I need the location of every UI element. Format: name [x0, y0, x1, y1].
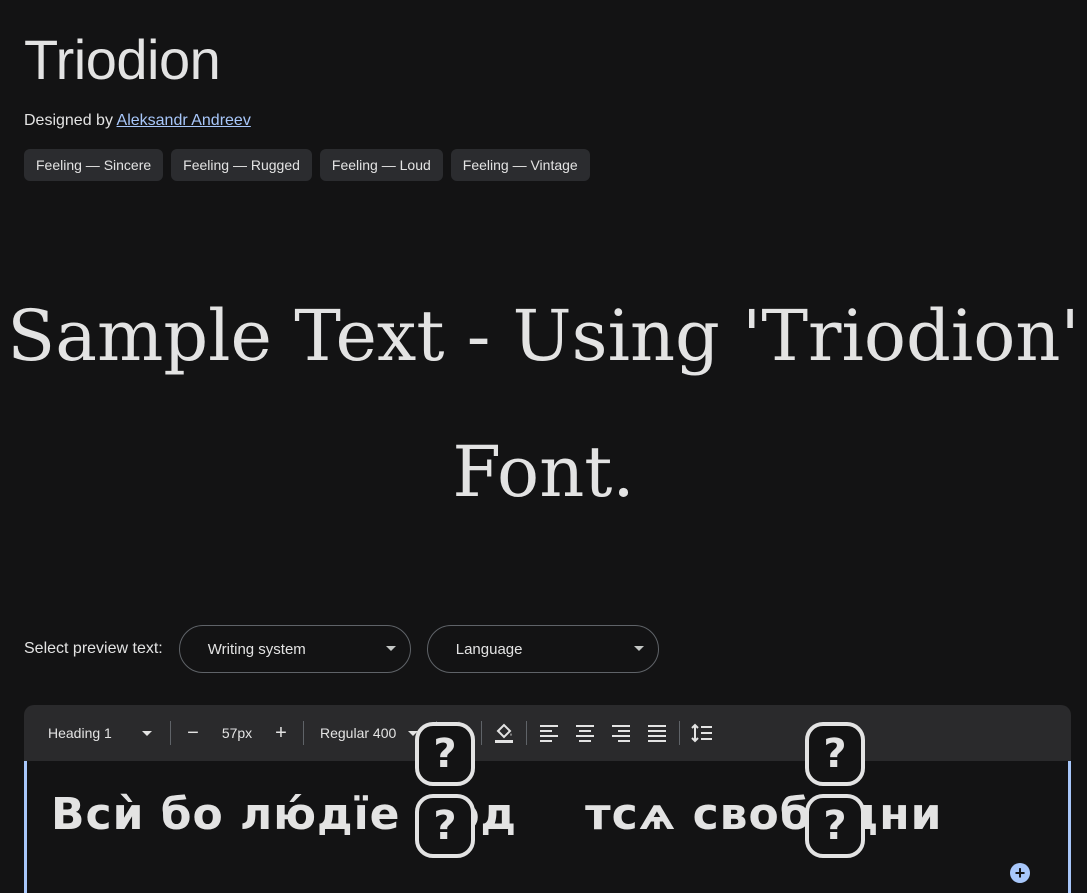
toolbar-divider — [526, 721, 527, 745]
toolbar-divider — [303, 721, 304, 745]
chevron-down-icon — [142, 731, 152, 736]
writing-system-select[interactable]: Writing system — [178, 625, 411, 673]
font-title: Triodion — [24, 28, 221, 91]
sample-text: Sample Text - Using 'Triodion' Font. — [7, 295, 1080, 513]
tag-vintage[interactable]: Feeling — Vintage — [450, 149, 590, 181]
preview-label: Select preview text: — [24, 640, 163, 657]
align-justify-button[interactable] — [639, 715, 675, 751]
align-left-button[interactable] — [531, 715, 567, 751]
toolbar-divider — [679, 721, 680, 745]
missing-glyph-icon: ? — [415, 794, 475, 858]
writing-system-value: Writing system — [207, 640, 306, 658]
tag-sincere[interactable]: Feeling — Sincere — [24, 149, 164, 181]
line-height-icon — [691, 723, 712, 743]
sample-text-part-2: тсѧ свобо́дни — [585, 789, 943, 840]
increase-size-button[interactable]: + — [263, 715, 299, 751]
preview-editor: Heading 1 − 57px + Regular 400 Всѝ бо лю… — [24, 705, 1071, 893]
align-center-icon — [576, 725, 594, 742]
missing-glyph-icon: ? — [415, 722, 475, 786]
designer-link[interactable]: Aleksandr Andreev — [117, 112, 251, 129]
align-left-icon — [540, 725, 558, 742]
tag-rugged[interactable]: Feeling — Rugged — [171, 149, 312, 181]
preview-text-selector: Select preview text: Writing system Lang… — [24, 625, 675, 673]
designed-by-label: Designed by — [24, 112, 117, 129]
decrease-size-button[interactable]: − — [175, 715, 211, 751]
text-style-value: Heading 1 — [48, 725, 112, 741]
toolbar-divider — [170, 721, 171, 745]
line-height-button[interactable] — [684, 715, 720, 751]
chevron-down-icon — [385, 646, 396, 651]
add-icon[interactable]: + — [1010, 863, 1030, 883]
designer-line: Designed by Aleksandr Andreev — [24, 110, 251, 132]
align-justify-icon — [648, 725, 666, 742]
text-style-select[interactable]: Heading 1 — [36, 713, 166, 753]
editor-toolbar: Heading 1 − 57px + Regular 400 — [24, 705, 1071, 761]
fill-color-icon — [495, 723, 513, 743]
align-right-button[interactable] — [603, 715, 639, 751]
missing-glyph-icon: ? — [805, 722, 865, 786]
feeling-tags: Feeling — Sincere Feeling — Rugged Feeli… — [24, 149, 590, 181]
tag-loud[interactable]: Feeling — Loud — [319, 149, 443, 181]
align-center-button[interactable] — [567, 715, 603, 751]
font-size-value[interactable]: 57px — [211, 725, 263, 741]
language-select[interactable]: Language — [426, 625, 659, 673]
font-weight-select[interactable]: Regular 400 — [308, 713, 432, 753]
font-specimen-page: Triodion Designed by Aleksandr Andreev F… — [0, 0, 1087, 893]
highlight-color-button[interactable] — [486, 715, 522, 751]
align-right-icon — [612, 725, 630, 742]
toolbar-divider — [481, 721, 482, 745]
missing-glyph-icon: ? — [805, 794, 865, 858]
font-weight-value: Regular 400 — [320, 725, 397, 741]
language-value: Language — [455, 640, 523, 658]
editor-text-area[interactable]: Всѝ бо лю́дїе род тсѧ свобо́дни + — [24, 761, 1071, 893]
chevron-down-icon — [633, 646, 644, 651]
